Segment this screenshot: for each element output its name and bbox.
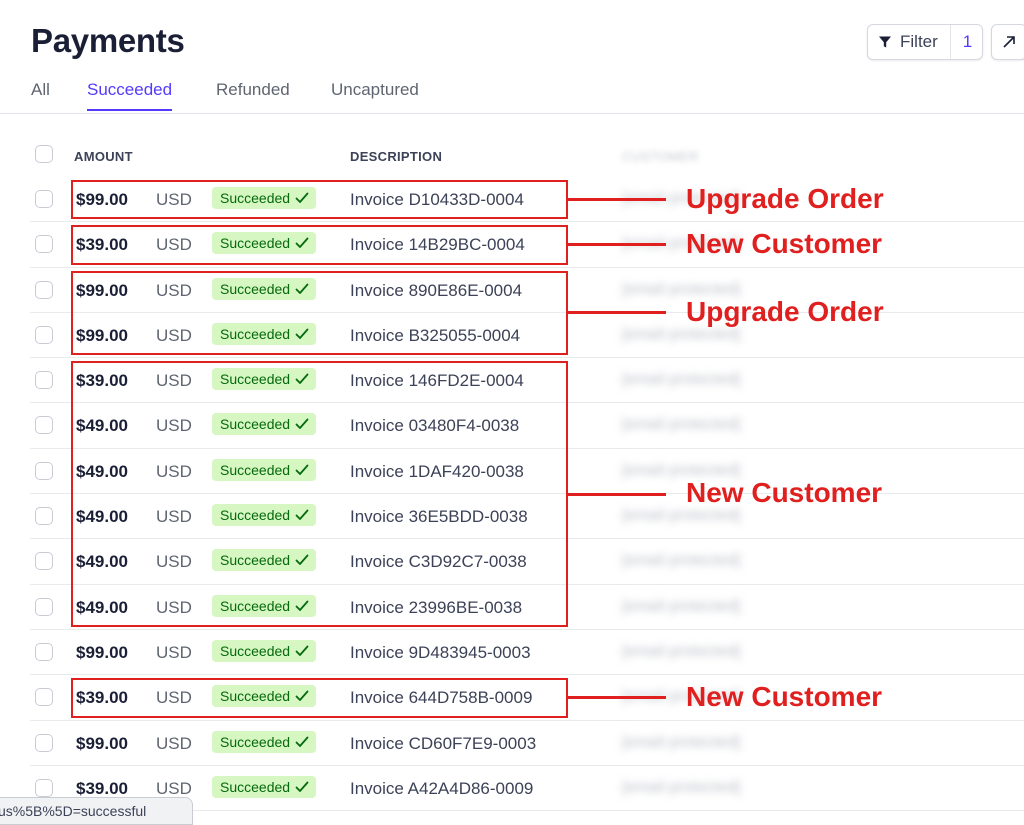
checkmark-icon <box>295 645 309 656</box>
amount-cell: $99.00 <box>76 642 128 662</box>
column-header-customer[interactable]: CUSTOMER <box>622 149 699 164</box>
row-checkbox[interactable] <box>35 552 53 571</box>
customer-cell: [email protected] <box>622 416 741 434</box>
tab-uncaptured[interactable]: Uncaptured <box>331 80 419 109</box>
tab-refunded[interactable]: Refunded <box>216 80 290 109</box>
annotation-label: New Customer <box>686 477 883 509</box>
customer-cell: [email protected] <box>622 733 741 751</box>
status-badge: Succeeded <box>212 730 317 753</box>
row-checkbox[interactable] <box>35 461 53 480</box>
status-badge: Succeeded <box>212 775 317 798</box>
table-row[interactable]: $99.00 USD Succeeded Invoice CD60F7E9-0003 [… <box>30 721 1024 767</box>
status-badge-label: Succeeded <box>220 642 291 659</box>
customer-cell: [email protected] <box>622 778 741 796</box>
tab-all[interactable]: All <box>31 80 50 109</box>
customer-cell: [email protected] <box>622 597 741 615</box>
annotation-label: Upgrade Order <box>686 182 884 214</box>
row-checkbox[interactable] <box>35 507 53 526</box>
table-header: AMOUNT DESCRIPTION CUSTOMER <box>30 136 1024 177</box>
status-badge-label: Succeeded <box>220 733 291 750</box>
annotation-label: New Customer <box>686 227 883 259</box>
annotation-box <box>71 678 568 718</box>
annotation-box <box>71 225 568 265</box>
export-button[interactable] <box>991 24 1024 60</box>
status-badge-label: Succeeded <box>220 778 291 795</box>
currency-cell: USD <box>156 642 192 662</box>
annotation-box <box>71 270 568 356</box>
annotation-connector <box>568 243 666 247</box>
customer-cell: [email protected] <box>622 325 741 343</box>
row-checkbox[interactable] <box>35 280 53 299</box>
row-checkbox[interactable] <box>35 371 53 390</box>
description-cell: Invoice 9D483945-0003 <box>350 642 531 662</box>
checkmark-icon <box>295 781 309 792</box>
funnel-icon <box>879 36 891 48</box>
row-checkbox[interactable] <box>35 416 53 435</box>
column-header-amount[interactable]: AMOUNT <box>74 149 133 164</box>
tab-succeeded[interactable]: Succeeded <box>87 80 173 111</box>
page-title: Payments <box>31 22 185 59</box>
customer-cell: [email protected] <box>622 507 741 525</box>
filter-button[interactable]: Filter 1 <box>867 24 984 60</box>
status-bar-url-text: us%5B%5D=successful <box>0 803 147 819</box>
currency-cell: USD <box>156 778 192 798</box>
currency-cell: USD <box>156 733 192 753</box>
table-row[interactable]: $99.00 USD Succeeded Invoice 9D483945-0003 [… <box>30 630 1024 676</box>
status-bar-url: us%5B%5D=successful <box>0 797 194 825</box>
annotation-box <box>71 361 568 627</box>
amount-cell: $99.00 <box>76 733 128 753</box>
select-all-checkbox[interactable] <box>35 145 53 163</box>
toolbar: Filter 1 <box>867 24 1024 60</box>
status-tabs: All Succeeded Refunded Uncaptured <box>0 78 1024 114</box>
annotation-connector <box>568 198 666 202</box>
customer-cell: [email protected] <box>622 642 741 660</box>
row-checkbox[interactable] <box>35 688 53 707</box>
row-checkbox[interactable] <box>35 325 53 344</box>
annotation-connector <box>568 696 666 700</box>
description-cell: Invoice A42A4D86-0009 <box>350 778 534 798</box>
row-checkbox[interactable] <box>35 235 53 254</box>
status-badge: Succeeded <box>212 639 317 662</box>
annotation-label: New Customer <box>686 680 883 712</box>
row-checkbox[interactable] <box>35 597 53 616</box>
annotation-connector <box>568 492 666 496</box>
annotation-box <box>71 180 568 220</box>
amount-cell: $39.00 <box>76 778 128 798</box>
column-header-description[interactable]: DESCRIPTION <box>350 149 442 164</box>
customer-cell: [email protected] <box>622 552 741 570</box>
description-cell: Invoice CD60F7E9-0003 <box>350 733 537 753</box>
customer-cell: [email protected] <box>622 371 741 389</box>
arrow-up-right-icon <box>1003 36 1016 48</box>
row-checkbox[interactable] <box>35 642 53 661</box>
annotation-label: Upgrade Order <box>686 295 884 327</box>
filter-count: 1 <box>949 25 982 59</box>
row-checkbox[interactable] <box>35 778 53 797</box>
row-checkbox[interactable] <box>35 733 53 752</box>
annotation-connector <box>568 311 666 315</box>
checkmark-icon <box>295 736 309 747</box>
row-checkbox[interactable] <box>35 190 53 208</box>
filter-label: Filter <box>900 32 938 51</box>
